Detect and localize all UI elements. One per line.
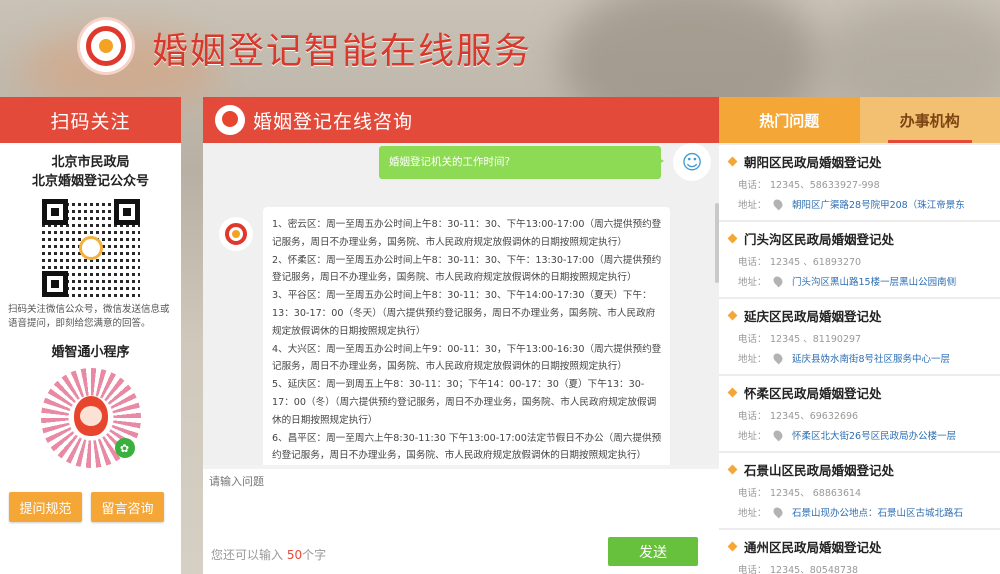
- location-pin-icon: [771, 505, 785, 519]
- char-count: 您还可以输入 50个字: [211, 548, 327, 562]
- diamond-icon: [727, 310, 738, 321]
- agency-phone: 12345 、61893270: [770, 257, 862, 268]
- agency-name: 门头沟区民政局婚姻登记处: [744, 232, 895, 247]
- agency-name: 怀柔区民政局婚姻登记处: [744, 386, 882, 401]
- agency-address: 朝阳区广渠路28号院甲208（珠江帝景东: [792, 200, 965, 211]
- mini-program-title: 婚智通小程序: [51, 345, 130, 360]
- agency-phone: 12345、58633927-998: [770, 180, 880, 191]
- agency-item[interactable]: 门头沟区民政局婚姻登记处 电话： 12345 、61893270 地址： 门头沟区黑…: [719, 222, 1000, 297]
- consult-title: 婚姻登记在线咨询: [253, 110, 414, 133]
- right-panel: 热门问题 办事机构 朝阳区民政局婚姻登记处 电话： 12345、58633927-…: [719, 97, 1000, 574]
- bot-avatar-icon: [219, 217, 253, 251]
- question-input[interactable]: [209, 473, 715, 539]
- answer-line: 1、密云区：周一至周五办公时间上午8：30-11：30、下午13:00-17:0…: [272, 219, 662, 248]
- agency-address: 延庆县妫水南街8号社区服务中心一层: [792, 354, 951, 365]
- agency-phone: 12345 、81190297: [770, 334, 862, 345]
- wechat-icon: ✿: [114, 438, 135, 458]
- bot-message: 1、密云区：周一至周五办公时间上午8：30-11：30、下午13:00-17:0…: [263, 207, 670, 465]
- site-title: 婚姻登记智能在线服务: [152, 31, 533, 72]
- diamond-icon: [727, 233, 738, 244]
- answer-line: 5、延庆区：周一到周五上午8：30-11：30；下午14：00-17：30（夏）…: [272, 379, 657, 426]
- diamond-icon: [727, 156, 738, 167]
- mascot-icon: [215, 105, 245, 135]
- agency-name: 通州区民政局婚姻登记处: [744, 540, 882, 555]
- agency-item[interactable]: 通州区民政局婚姻登记处 电话： 12345、80548738: [719, 530, 1000, 574]
- leave-message-button[interactable]: 留言咨询: [91, 492, 164, 522]
- mini-program-code: ✿: [40, 368, 141, 468]
- agency-item[interactable]: 怀柔区民政局婚姻登记处 电话： 12345、69632696 地址： 怀柔区北大街2…: [719, 376, 1000, 451]
- consult-header: 婚姻登记在线咨询: [203, 97, 719, 143]
- user-avatar-icon: ☺: [673, 143, 711, 181]
- location-pin-icon: [771, 197, 785, 211]
- agency-phone: 12345、69632696: [770, 411, 859, 422]
- consult-panel: 婚姻登记在线咨询 婚姻登记机关的工作时间? ☺ 1、密云区：周一至周五办公时间上…: [203, 97, 719, 574]
- agency-name: 延庆区民政局婚姻登记处: [744, 309, 882, 324]
- tab-agencies[interactable]: 办事机构: [859, 97, 1000, 143]
- scan-tip: 扫码关注微信公众号，微信发送信息或语音提问，即刻给您满意的回答。: [8, 304, 170, 329]
- answer-line: 2、怀柔区：周一至周五办公时间上午8：30-11：30、下午：13:30-17:…: [272, 254, 662, 284]
- agency-name: 朝阳区民政局婚姻登记处: [744, 155, 882, 170]
- follow-header: 扫码关注: [0, 97, 181, 143]
- diamond-icon: [727, 541, 738, 552]
- wechat-qr-code: [41, 199, 140, 297]
- agency-address: 门头沟区黑山路15楼一层黑山公园南侧: [792, 277, 957, 288]
- agency-address: 石景山现办公地点：石景山区古城北路石: [792, 508, 964, 519]
- tab-hot-questions[interactable]: 热门问题: [719, 97, 860, 143]
- agency-address: 怀柔区北大街26号区民政局办公楼一层: [792, 431, 957, 442]
- location-pin-icon: [771, 428, 785, 442]
- answer-line: 3、平谷区：周一至周五办公时间上午8：30-11：30、下午14:00-17:3…: [272, 290, 656, 337]
- input-area: 您还可以输入 50个字 发送: [203, 469, 719, 574]
- agency-item[interactable]: 朝阳区民政局婚姻登记处 电话： 12345、58633927-998 地址： 朝阳区…: [719, 145, 1000, 220]
- diamond-icon: [727, 464, 738, 475]
- question-rules-button[interactable]: 提问规范: [9, 492, 82, 522]
- answer-line: 4、大兴区：周一至周五办公时间上午9：00-11：30，下午13:00-16:3…: [272, 343, 662, 373]
- send-button[interactable]: 发送: [608, 537, 698, 566]
- agency-name: 石景山区民政局婚姻登记处: [744, 463, 895, 478]
- diamond-icon: [727, 387, 738, 398]
- left-panel: 扫码关注 北京市民政局 北京婚姻登记公众号 扫码关注微信公众号，微信发送信息或语…: [0, 97, 181, 574]
- header: 婚姻登记智能在线服务: [0, 0, 1000, 96]
- user-message: 婚姻登记机关的工作时间?: [379, 146, 664, 179]
- agency-phone: 12345、80548738: [770, 565, 859, 574]
- account-org: 北京市民政局: [51, 155, 130, 170]
- agency-phone: 12345、 68863614: [770, 488, 862, 499]
- site-logo-icon: [80, 20, 132, 72]
- location-pin-icon: [771, 351, 785, 365]
- account-name: 北京婚姻登记公众号: [31, 174, 149, 189]
- answer-line: 6、昌平区：周一至周六上午8:30-11:30 下午13:00-17:00法定节…: [272, 432, 662, 462]
- chat-log[interactable]: 婚姻登记机关的工作时间? ☺ 1、密云区：周一至周五办公时间上午8：30-11：…: [203, 143, 719, 465]
- agency-item[interactable]: 石景山区民政局婚姻登记处 电话： 12345、 68863614 地址： 石景山现办…: [719, 453, 1000, 528]
- location-pin-icon: [771, 274, 785, 288]
- agency-item[interactable]: 延庆区民政局婚姻登记处 电话： 12345 、81190297 地址： 延庆县妫水南…: [719, 299, 1000, 374]
